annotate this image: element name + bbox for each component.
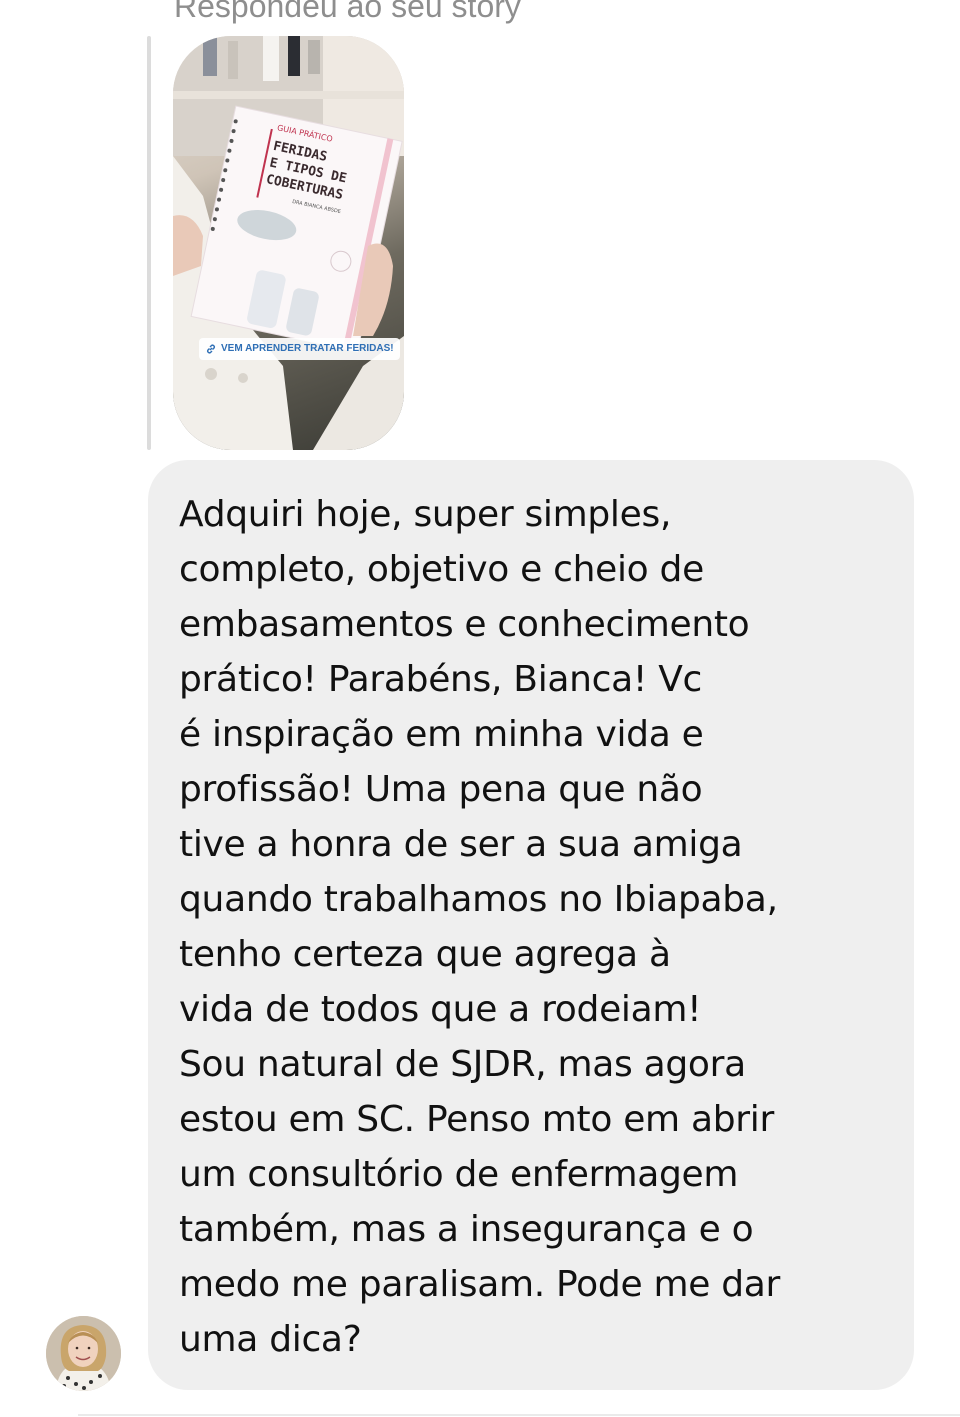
- sender-avatar[interactable]: [46, 1316, 121, 1391]
- link-icon: [207, 344, 215, 354]
- divider: [78, 1414, 960, 1416]
- story-reply-label: Respondeu ao seu story: [174, 0, 521, 24]
- link-sticker-label: VEM APRENDER TRATAR FERIDAS!: [221, 343, 394, 354]
- message-text: Adquiri hoje, super simples, completo, o…: [179, 494, 781, 1360]
- message-bubble[interactable]: Adquiri hoje, super simples, completo, o…: [148, 460, 914, 1390]
- user-avatar-icon: [46, 1316, 121, 1391]
- link-sticker[interactable]: VEM APRENDER TRATAR FERIDAS!: [199, 338, 400, 360]
- story-thumbnail[interactable]: GUIA PRÁTICO FERIDAS E TIPOS DE COBERTUR…: [173, 36, 404, 450]
- story-image: GUIA PRÁTICO FERIDAS E TIPOS DE COBERTUR…: [173, 36, 404, 450]
- reply-indicator-bar: [147, 36, 151, 450]
